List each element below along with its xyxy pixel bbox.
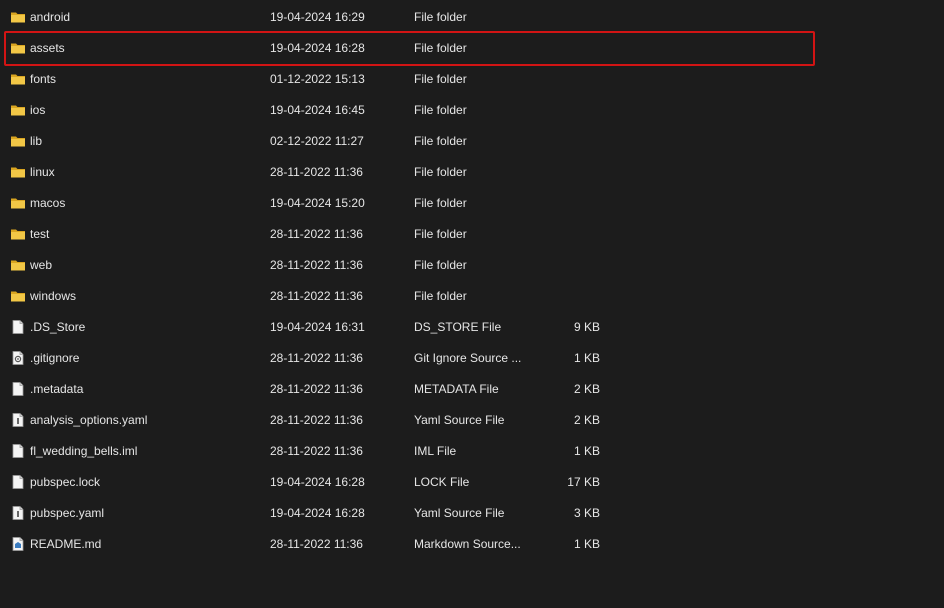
file-date: 28-11-2022 11:36 (270, 382, 363, 396)
file-type: File folder (414, 41, 467, 55)
folder-icon (10, 133, 26, 149)
file-row-windows[interactable]: windows 28-11-2022 11:36 File folder (0, 281, 944, 312)
folder-icon (10, 257, 26, 273)
file-size: 9 KB (573, 320, 600, 334)
file-name: android (30, 10, 71, 24)
file-icon (10, 474, 26, 490)
file-date: 19-04-2024 16:28 (270, 506, 365, 520)
file-name: test (30, 227, 50, 241)
file-date: 19-04-2024 16:29 (270, 10, 365, 24)
file-row-iml[interactable]: fl_wedding_bells.iml 28-11-2022 11:36 IM… (0, 436, 944, 467)
file-type: File folder (414, 165, 467, 179)
file-type: File folder (414, 196, 467, 210)
file-size: 1 KB (573, 444, 600, 458)
file-name: analysis_options.yaml (30, 413, 148, 427)
folder-icon (10, 195, 26, 211)
folder-icon (10, 102, 26, 118)
file-size: 17 KB (567, 475, 600, 489)
file-date: 02-12-2022 11:27 (270, 134, 364, 148)
file-date: 28-11-2022 11:36 (270, 444, 363, 458)
file-type: File folder (414, 227, 467, 241)
file-date: 28-11-2022 11:36 (270, 537, 363, 551)
file-date: 28-11-2022 11:36 (270, 165, 363, 179)
file-date: 28-11-2022 11:36 (270, 227, 363, 241)
file-row-linux[interactable]: linux 28-11-2022 11:36 File folder (0, 157, 944, 188)
file-name: README.md (30, 537, 102, 551)
file-type: Markdown Source... (414, 537, 521, 551)
file-date: 19-04-2024 16:28 (270, 41, 365, 55)
file-row-gitignore[interactable]: .gitignore 28-11-2022 11:36 Git Ignore S… (0, 343, 944, 374)
file-name: pubspec.lock (30, 475, 101, 489)
file-icon (10, 443, 26, 459)
file-date: 28-11-2022 11:36 (270, 289, 363, 303)
file-row-ios[interactable]: ios 19-04-2024 16:45 File folder (0, 95, 944, 126)
file-row-macos[interactable]: macos 19-04-2024 15:20 File folder (0, 188, 944, 219)
file-type: File folder (414, 103, 467, 117)
file-size: 2 KB (573, 382, 600, 396)
file-name: windows (30, 289, 77, 303)
file-row-analysis-options[interactable]: analysis_options.yaml 28-11-2022 11:36 Y… (0, 405, 944, 436)
file-name: web (30, 258, 53, 272)
file-name: ios (30, 103, 46, 117)
file-type: IML File (414, 444, 457, 458)
folder-icon (10, 9, 26, 25)
file-row-fonts[interactable]: fonts 01-12-2022 15:13 File folder (0, 64, 944, 95)
file-type: File folder (414, 289, 467, 303)
file-row-metadata[interactable]: .metadata 28-11-2022 11:36 METADATA File… (0, 374, 944, 405)
file-name: linux (30, 165, 55, 179)
file-row-lib[interactable]: lib 02-12-2022 11:27 File folder (0, 126, 944, 157)
file-row-assets[interactable]: assets 19-04-2024 16:28 File folder (0, 33, 944, 64)
folder-icon (10, 164, 26, 180)
file-name: .gitignore (30, 351, 80, 365)
file-type: File folder (414, 72, 467, 86)
file-name: pubspec.yaml (30, 506, 105, 520)
gear-file-icon (10, 350, 26, 366)
folder-icon (10, 71, 26, 87)
folder-icon (10, 226, 26, 242)
file-date: 19-04-2024 16:45 (270, 103, 365, 117)
file-date: 19-04-2024 16:31 (270, 320, 365, 334)
file-row-android[interactable]: android 19-04-2024 16:29 File folder (0, 2, 944, 33)
file-date: 19-04-2024 16:28 (270, 475, 365, 489)
file-type: LOCK File (414, 475, 470, 489)
file-type: METADATA File (414, 382, 499, 396)
file-row-test[interactable]: test 28-11-2022 11:36 File folder (0, 219, 944, 250)
yaml-file-icon (10, 505, 26, 521)
file-size: 1 KB (573, 537, 600, 551)
file-name: fonts (30, 72, 57, 86)
file-type: DS_STORE File (414, 320, 502, 334)
file-type: Yaml Source File (414, 413, 505, 427)
file-date: 01-12-2022 15:13 (270, 72, 365, 86)
file-date: 28-11-2022 11:36 (270, 258, 363, 272)
file-date: 28-11-2022 11:36 (270, 413, 363, 427)
file-icon (10, 381, 26, 397)
file-size: 1 KB (573, 351, 600, 365)
yaml-file-icon (10, 412, 26, 428)
file-date: 19-04-2024 15:20 (270, 196, 365, 210)
file-name: fl_wedding_bells.iml (30, 444, 138, 458)
folder-icon (10, 288, 26, 304)
file-name: .DS_Store (30, 320, 86, 334)
file-row-readme[interactable]: README.md 28-11-2022 11:36 Markdown Sour… (0, 529, 944, 560)
file-name: lib (30, 134, 43, 148)
file-name: macos (30, 196, 66, 210)
file-type: File folder (414, 258, 467, 272)
file-type: Yaml Source File (414, 506, 505, 520)
file-row-web[interactable]: web 28-11-2022 11:36 File folder (0, 250, 944, 281)
file-name: assets (30, 41, 65, 55)
file-date: 28-11-2022 11:36 (270, 351, 363, 365)
file-icon (10, 319, 26, 335)
file-type: Git Ignore Source ... (414, 351, 522, 365)
file-size: 2 KB (573, 413, 600, 427)
markdown-file-icon (10, 536, 26, 552)
file-size: 3 KB (573, 506, 600, 520)
file-type: File folder (414, 134, 467, 148)
file-list: android 19-04-2024 16:29 File folder ass… (0, 2, 944, 560)
file-row-ds-store[interactable]: .DS_Store 19-04-2024 16:31 DS_STORE File… (0, 312, 944, 343)
folder-icon (10, 40, 26, 56)
file-type: File folder (414, 10, 467, 24)
file-name: .metadata (30, 382, 84, 396)
file-row-pubspec-yaml[interactable]: pubspec.yaml 19-04-2024 16:28 Yaml Sourc… (0, 498, 944, 529)
file-row-pubspec-lock[interactable]: pubspec.lock 19-04-2024 16:28 LOCK File … (0, 467, 944, 498)
